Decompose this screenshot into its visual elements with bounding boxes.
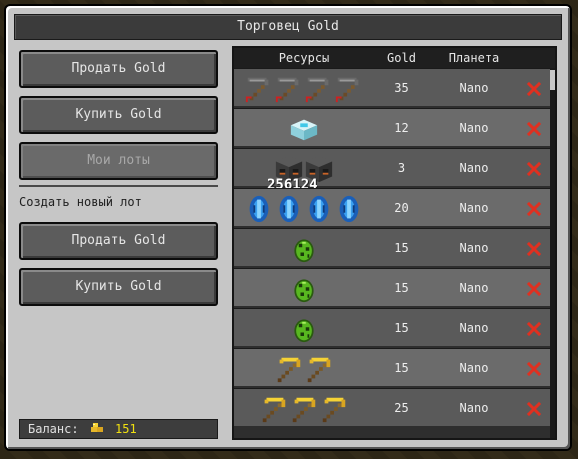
resource-cell [234, 109, 374, 147]
scrollbar[interactable] [550, 68, 555, 438]
table-row[interactable]: 35 Nano [234, 68, 550, 106]
spawn-egg-icon [291, 230, 317, 268]
gold-price: 15 [394, 241, 409, 255]
my-lots-button[interactable]: Мои лоты [19, 142, 218, 180]
market-table: Ресурсы Gold Планета 35 Nano 12 Nano 256124 3… [232, 46, 557, 440]
planet-name: Nano [459, 321, 489, 335]
table-row[interactable]: 15 Nano [234, 268, 550, 306]
balance-amount: 151 [115, 422, 137, 436]
gold-price: 25 [394, 401, 409, 415]
header-resources: Ресурсы [278, 51, 330, 65]
planet-name: Nano [459, 241, 489, 255]
table-row[interactable]: 15 Nano [234, 348, 550, 386]
delete-lot-icon[interactable] [524, 309, 544, 347]
planet-name: Nano [459, 81, 489, 95]
resource-cell [234, 69, 374, 107]
blue-crystal-icon [334, 190, 364, 228]
delete-lot-icon[interactable] [524, 349, 544, 387]
table-row[interactable]: 15 Nano [234, 228, 550, 266]
resource-cell [234, 389, 374, 427]
table-header: Ресурсы Gold Планета [234, 48, 555, 68]
delete-lot-icon[interactable] [524, 109, 544, 147]
resource-cell [234, 309, 374, 347]
resource-cell [234, 349, 374, 387]
planet-name: Nano [459, 201, 489, 215]
stone-pickaxe-icon [244, 70, 274, 108]
table-row[interactable]: 25 Nano [234, 388, 550, 426]
gold-pickaxe-icon [259, 390, 289, 428]
resource-cell: 256124 [234, 149, 374, 193]
create-buy-gold-button[interactable]: Купить Gold [19, 268, 218, 306]
delete-lot-icon[interactable] [524, 269, 544, 307]
delete-lot-icon[interactable] [524, 69, 544, 107]
blue-crystal-icon [274, 190, 304, 228]
stone-pickaxe-icon [304, 70, 334, 108]
header-gold: Gold [387, 51, 416, 65]
resource-cell [234, 189, 374, 227]
sell-gold-button[interactable]: Продать Gold [19, 50, 218, 88]
gold-pickaxe-icon [274, 350, 304, 388]
delete-lot-icon[interactable] [524, 229, 544, 267]
resource-cell [234, 269, 374, 307]
spawn-egg-icon [291, 270, 317, 308]
stone-pickaxe-icon [274, 70, 304, 108]
gold-pickaxe-icon [304, 350, 334, 388]
table-row[interactable]: 256124 3 Nano [234, 148, 550, 193]
planet-name: Nano [459, 361, 489, 375]
resource-cell [234, 229, 374, 267]
gold-price: 15 [394, 281, 409, 295]
delete-lot-icon[interactable] [524, 149, 544, 187]
blue-crystal-icon [304, 190, 334, 228]
scrollbar-thumb[interactable] [550, 70, 555, 90]
planet-name: Nano [459, 281, 489, 295]
planet-name: Nano [459, 121, 489, 135]
gold-price: 20 [394, 201, 409, 215]
table-row[interactable]: 15 Nano [234, 308, 550, 346]
blue-crystal-icon [244, 190, 274, 228]
table-row[interactable]: 20 Nano [234, 188, 550, 226]
gold-pickaxe-icon [319, 390, 349, 428]
gold-price: 3 [397, 161, 406, 175]
gold-price: 12 [394, 121, 409, 135]
table-row[interactable]: 12 Nano [234, 108, 550, 146]
delete-lot-icon[interactable] [524, 389, 544, 427]
gold-price: 15 [394, 321, 409, 335]
gold-nugget-icon [90, 421, 104, 439]
spawn-egg-icon [291, 310, 317, 348]
divider [19, 185, 218, 187]
delete-lot-icon[interactable] [524, 189, 544, 227]
header-planet: Планета [448, 51, 500, 65]
planet-name: Nano [459, 161, 489, 175]
planet-name: Nano [459, 401, 489, 415]
gold-price: 35 [394, 81, 409, 95]
create-lot-label: Создать новый лот [19, 195, 142, 209]
gold-pickaxe-icon [289, 390, 319, 428]
gold-price: 15 [394, 361, 409, 375]
beacon-block-icon [289, 110, 319, 148]
stone-pickaxe-icon [334, 70, 364, 108]
balance-label: Баланс: [28, 422, 79, 436]
create-sell-gold-button[interactable]: Продать Gold [19, 222, 218, 260]
window-title: Торговец Gold [14, 14, 562, 40]
buy-gold-button[interactable]: Купить Gold [19, 96, 218, 134]
balance-bar: Баланс: 151 [19, 419, 218, 439]
